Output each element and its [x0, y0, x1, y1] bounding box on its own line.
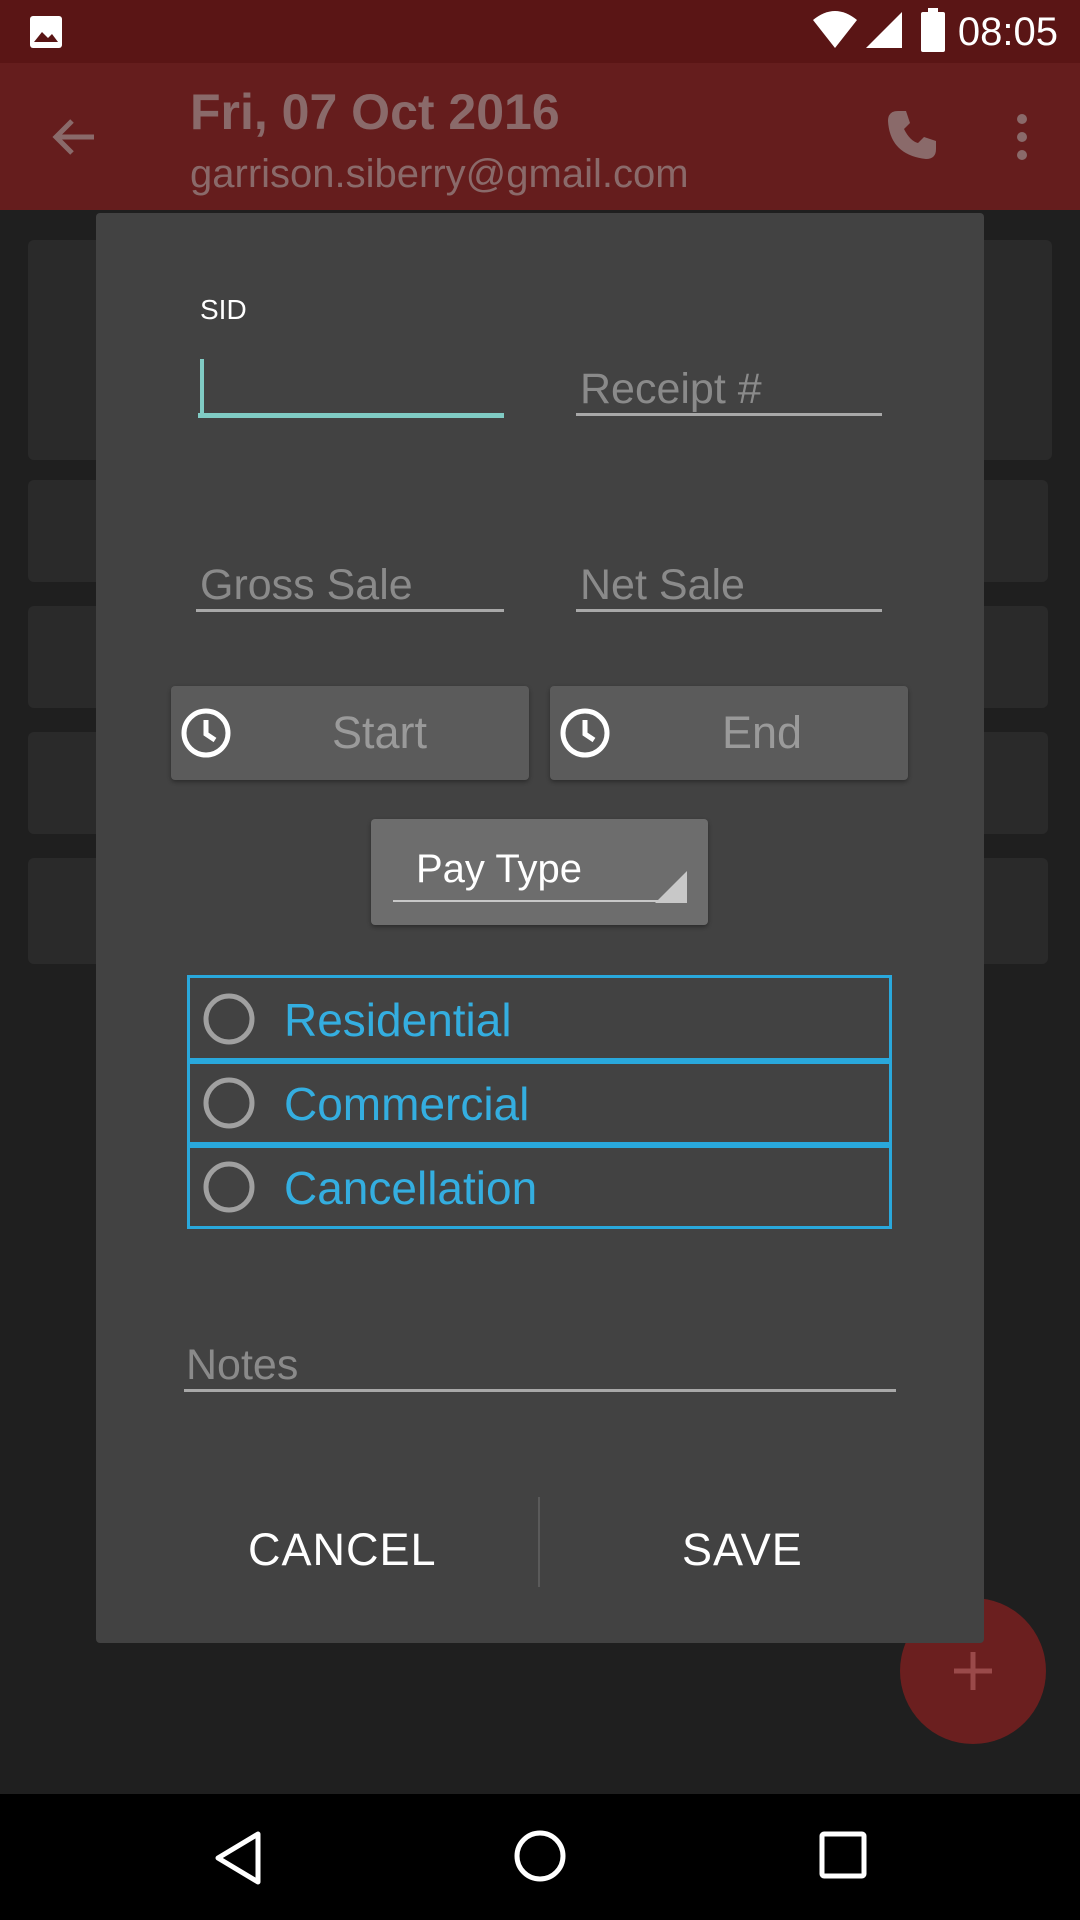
radio-label: Commercial: [284, 1078, 530, 1130]
notes-underline: [184, 1389, 896, 1392]
nav-recents-icon[interactable]: [818, 1830, 868, 1880]
receipt-placeholder: Receipt #: [580, 365, 762, 413]
clock-icon: [181, 708, 231, 758]
gross-sale-underline: [196, 609, 504, 612]
gross-sale-input[interactable]: Gross Sale: [196, 539, 504, 612]
nav-back-icon[interactable]: [210, 1828, 266, 1888]
nav-home-icon[interactable]: [512, 1828, 568, 1884]
sid-label: SID: [200, 294, 247, 325]
battery-icon: [921, 8, 945, 52]
radio-unchecked-icon: [203, 1161, 255, 1213]
radio-label: Residential: [284, 994, 512, 1046]
appbar-subtitle: garrison.siberry@gmail.com: [190, 152, 689, 196]
signal-icon: [866, 12, 902, 48]
notes-placeholder: Notes: [186, 1341, 299, 1389]
net-sale-input[interactable]: Net Sale: [576, 539, 882, 612]
status-bar: 08:05: [0, 0, 1080, 63]
radio-commercial[interactable]: Commercial: [187, 1061, 892, 1145]
notes-input[interactable]: Notes: [184, 1333, 896, 1405]
gallery-notification-icon: [30, 16, 62, 48]
radio-residential[interactable]: Residential: [187, 975, 892, 1061]
appbar-title: Fri, 07 Oct 2016: [190, 84, 560, 140]
save-button[interactable]: SAVE: [540, 1491, 984, 1631]
radio-unchecked-icon: [203, 1077, 255, 1129]
pay-type-underline: [393, 900, 685, 902]
sid-input[interactable]: [198, 343, 504, 418]
end-time-button[interactable]: End: [550, 686, 908, 780]
status-time: 08:05: [957, 10, 1058, 54]
net-sale-underline: [576, 609, 882, 612]
radio-unchecked-icon: [203, 993, 255, 1045]
wifi-icon: [813, 11, 857, 48]
end-time-label: End: [722, 707, 803, 758]
phone-icon[interactable]: [884, 107, 940, 163]
net-sale-placeholder: Net Sale: [580, 561, 745, 609]
clock-icon: [560, 708, 610, 758]
radio-label: Cancellation: [284, 1162, 538, 1214]
cancel-button-label: CANCEL: [248, 1524, 437, 1575]
dropdown-triangle-icon: [655, 871, 687, 903]
start-time-label: Start: [332, 707, 428, 758]
receipt-input[interactable]: Receipt #: [576, 343, 882, 416]
more-options-icon[interactable]: [1010, 111, 1034, 163]
radio-cancellation[interactable]: Cancellation: [187, 1145, 892, 1229]
text-cursor: [200, 359, 204, 417]
back-arrow-icon[interactable]: [50, 113, 98, 161]
add-sale-dialog: SID Receipt # Gross Sale Net Sale Start …: [96, 213, 984, 1643]
save-button-label: SAVE: [682, 1524, 803, 1575]
gross-sale-placeholder: Gross Sale: [200, 561, 413, 609]
plus-icon: [954, 1652, 992, 1690]
start-time-button[interactable]: Start: [171, 686, 529, 780]
pay-type-label: Pay Type: [416, 847, 583, 891]
cancel-button[interactable]: CANCEL: [96, 1491, 540, 1631]
pay-type-spinner[interactable]: Pay Type: [371, 819, 708, 925]
navigation-bar: [0, 1794, 1080, 1920]
sid-underline: [198, 413, 504, 418]
receipt-underline: [576, 413, 882, 416]
